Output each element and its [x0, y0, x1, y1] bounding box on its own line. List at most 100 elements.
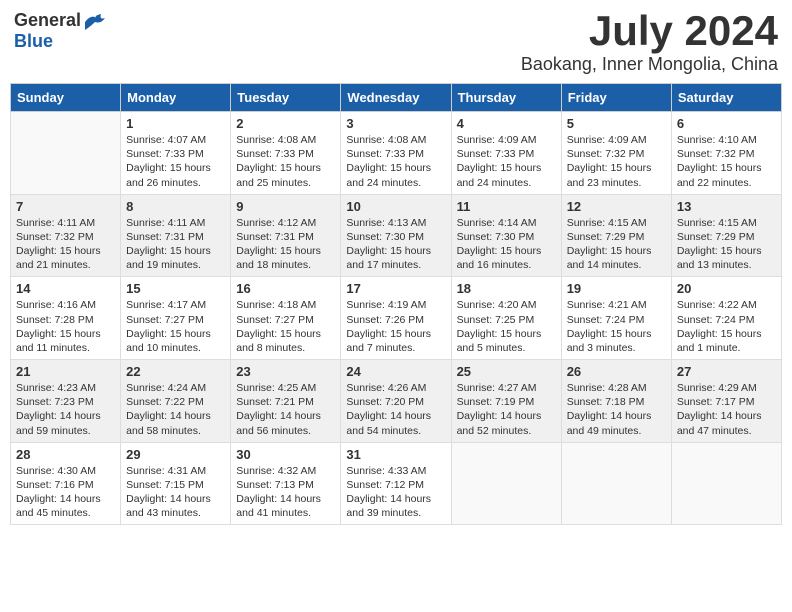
logo: General Blue [14, 10, 105, 52]
day-number: 7 [16, 199, 115, 214]
header-thursday: Thursday [451, 84, 561, 112]
day-number: 10 [346, 199, 445, 214]
calendar-day-cell: 15Sunrise: 4:17 AM Sunset: 7:27 PM Dayli… [121, 277, 231, 360]
day-info: Sunrise: 4:27 AM Sunset: 7:19 PM Dayligh… [457, 381, 556, 438]
day-info: Sunrise: 4:20 AM Sunset: 7:25 PM Dayligh… [457, 298, 556, 355]
day-info: Sunrise: 4:30 AM Sunset: 7:16 PM Dayligh… [16, 464, 115, 521]
day-number: 22 [126, 364, 225, 379]
day-info: Sunrise: 4:15 AM Sunset: 7:29 PM Dayligh… [677, 216, 776, 273]
header-tuesday: Tuesday [231, 84, 341, 112]
day-info: Sunrise: 4:09 AM Sunset: 7:32 PM Dayligh… [567, 133, 666, 190]
day-info: Sunrise: 4:10 AM Sunset: 7:32 PM Dayligh… [677, 133, 776, 190]
day-info: Sunrise: 4:31 AM Sunset: 7:15 PM Dayligh… [126, 464, 225, 521]
day-number: 30 [236, 447, 335, 462]
calendar-day-cell: 22 Sunrise: 4:24 AM Sunset: 7:22 PM Dayli… [121, 360, 231, 443]
day-number: 25 [457, 364, 556, 379]
day-info: Sunrise: 4:26 AM Sunset: 7:20 PM Dayligh… [346, 381, 445, 438]
calendar-day-cell: 17 Sunrise: 4:19 AM Sunset: 7:26 PM Dayli… [341, 277, 451, 360]
day-info: Sunrise: 4:13 AM Sunset: 7:30 PM Dayligh… [346, 216, 445, 273]
day-info: Sunrise: 4:28 AM Sunset: 7:18 PM Dayligh… [567, 381, 666, 438]
calendar-day-cell: 12Sunrise: 4:15 AM Sunset: 7:29 PM Dayli… [561, 194, 671, 277]
logo-blue-text: Blue [14, 31, 53, 52]
calendar-day-cell: 24 Sunrise: 4:26 AM Sunset: 7:20 PM Dayli… [341, 360, 451, 443]
day-info: Sunrise: 4:11 AM Sunset: 7:32 PM Dayligh… [16, 216, 115, 273]
header-saturday: Saturday [671, 84, 781, 112]
calendar-day-cell: 27Sunrise: 4:29 AM Sunset: 7:17 PM Dayli… [671, 360, 781, 443]
day-info: Sunrise: 4:12 AM Sunset: 7:31 PM Dayligh… [236, 216, 335, 273]
day-number: 13 [677, 199, 776, 214]
calendar-day-cell: 28 Sunrise: 4:30 AM Sunset: 7:16 PM Dayli… [11, 442, 121, 525]
calendar-day-cell: 9 Sunrise: 4:12 AM Sunset: 7:31 PM Daylig… [231, 194, 341, 277]
calendar-week-row: 14 Sunrise: 4:16 AM Sunset: 7:28 PM Dayli… [11, 277, 782, 360]
calendar-day-cell: 1 Sunrise: 4:07 AM Sunset: 7:33 PM Daylig… [121, 112, 231, 195]
calendar-day-cell: 13 Sunrise: 4:15 AM Sunset: 7:29 PM Dayli… [671, 194, 781, 277]
day-info: Sunrise: 4:08 AM Sunset: 7:33 PM Dayligh… [346, 133, 445, 190]
day-number: 19 [567, 281, 666, 296]
calendar-day-cell [561, 442, 671, 525]
page-header: General Blue July 2024 Baokang, Inner Mo… [10, 10, 782, 75]
day-info: Sunrise: 4:11 AM Sunset: 7:31 PM Dayligh… [126, 216, 225, 273]
calendar-day-cell: 19Sunrise: 4:21 AM Sunset: 7:24 PM Dayli… [561, 277, 671, 360]
calendar-day-cell [11, 112, 121, 195]
calendar-day-cell [451, 442, 561, 525]
day-number: 16 [236, 281, 335, 296]
calendar-day-cell: 21Sunrise: 4:23 AM Sunset: 7:23 PM Dayli… [11, 360, 121, 443]
day-info: Sunrise: 4:16 AM Sunset: 7:28 PM Dayligh… [16, 298, 115, 355]
month-title: July 2024 [521, 10, 778, 52]
title-section: July 2024 Baokang, Inner Mongolia, China [521, 10, 778, 75]
day-number: 9 [236, 199, 335, 214]
day-info: Sunrise: 4:08 AM Sunset: 7:33 PM Dayligh… [236, 133, 335, 190]
day-info: Sunrise: 4:15 AM Sunset: 7:29 PM Dayligh… [567, 216, 666, 273]
calendar-day-cell: 20 Sunrise: 4:22 AM Sunset: 7:24 PM Dayli… [671, 277, 781, 360]
day-info: Sunrise: 4:07 AM Sunset: 7:33 PM Dayligh… [126, 133, 225, 190]
day-info: Sunrise: 4:14 AM Sunset: 7:30 PM Dayligh… [457, 216, 556, 273]
day-number: 14 [16, 281, 115, 296]
day-number: 31 [346, 447, 445, 462]
day-number: 26 [567, 364, 666, 379]
day-info: Sunrise: 4:22 AM Sunset: 7:24 PM Dayligh… [677, 298, 776, 355]
day-number: 20 [677, 281, 776, 296]
day-number: 4 [457, 116, 556, 131]
calendar-day-cell: 10 Sunrise: 4:13 AM Sunset: 7:30 PM Dayli… [341, 194, 451, 277]
logo-bird-icon [83, 12, 105, 30]
calendar-day-cell: 5Sunrise: 4:09 AM Sunset: 7:32 PM Daylig… [561, 112, 671, 195]
location-subtitle: Baokang, Inner Mongolia, China [521, 54, 778, 75]
day-number: 28 [16, 447, 115, 462]
day-info: Sunrise: 4:24 AM Sunset: 7:22 PM Dayligh… [126, 381, 225, 438]
logo-general-text: General [14, 10, 81, 31]
day-number: 3 [346, 116, 445, 131]
day-number: 23 [236, 364, 335, 379]
day-number: 11 [457, 199, 556, 214]
calendar-day-cell: 18 Sunrise: 4:20 AM Sunset: 7:25 PM Dayli… [451, 277, 561, 360]
calendar-day-cell [671, 442, 781, 525]
calendar-day-cell: 31 Sunrise: 4:33 AM Sunset: 7:12 PM Dayli… [341, 442, 451, 525]
calendar-week-row: 7 Sunrise: 4:11 AM Sunset: 7:32 PM Daylig… [11, 194, 782, 277]
day-info: Sunrise: 4:32 AM Sunset: 7:13 PM Dayligh… [236, 464, 335, 521]
day-info: Sunrise: 4:33 AM Sunset: 7:12 PM Dayligh… [346, 464, 445, 521]
calendar-day-cell: 14 Sunrise: 4:16 AM Sunset: 7:28 PM Dayli… [11, 277, 121, 360]
calendar-table: SundayMondayTuesdayWednesdayThursdayFrid… [10, 83, 782, 525]
calendar-day-cell: 29Sunrise: 4:31 AM Sunset: 7:15 PM Dayli… [121, 442, 231, 525]
calendar-day-cell: 8 Sunrise: 4:11 AM Sunset: 7:31 PM Daylig… [121, 194, 231, 277]
calendar-week-row: 28 Sunrise: 4:30 AM Sunset: 7:16 PM Dayli… [11, 442, 782, 525]
calendar-day-cell: 23Sunrise: 4:25 AM Sunset: 7:21 PM Dayli… [231, 360, 341, 443]
calendar-week-row: 21Sunrise: 4:23 AM Sunset: 7:23 PM Dayli… [11, 360, 782, 443]
day-info: Sunrise: 4:19 AM Sunset: 7:26 PM Dayligh… [346, 298, 445, 355]
day-number: 17 [346, 281, 445, 296]
calendar-day-cell: 4Sunrise: 4:09 AM Sunset: 7:33 PM Daylig… [451, 112, 561, 195]
calendar-day-cell: 26 Sunrise: 4:28 AM Sunset: 7:18 PM Dayli… [561, 360, 671, 443]
day-number: 18 [457, 281, 556, 296]
day-number: 1 [126, 116, 225, 131]
calendar-day-cell: 16Sunrise: 4:18 AM Sunset: 7:27 PM Dayli… [231, 277, 341, 360]
header-monday: Monday [121, 84, 231, 112]
calendar-day-cell: 25 Sunrise: 4:27 AM Sunset: 7:19 PM Dayli… [451, 360, 561, 443]
header-friday: Friday [561, 84, 671, 112]
day-number: 27 [677, 364, 776, 379]
day-number: 24 [346, 364, 445, 379]
day-number: 2 [236, 116, 335, 131]
day-number: 8 [126, 199, 225, 214]
calendar-day-cell: 2 Sunrise: 4:08 AM Sunset: 7:33 PM Daylig… [231, 112, 341, 195]
header-sunday: Sunday [11, 84, 121, 112]
calendar-day-cell: 7 Sunrise: 4:11 AM Sunset: 7:32 PM Daylig… [11, 194, 121, 277]
calendar-week-row: 1 Sunrise: 4:07 AM Sunset: 7:33 PM Daylig… [11, 112, 782, 195]
